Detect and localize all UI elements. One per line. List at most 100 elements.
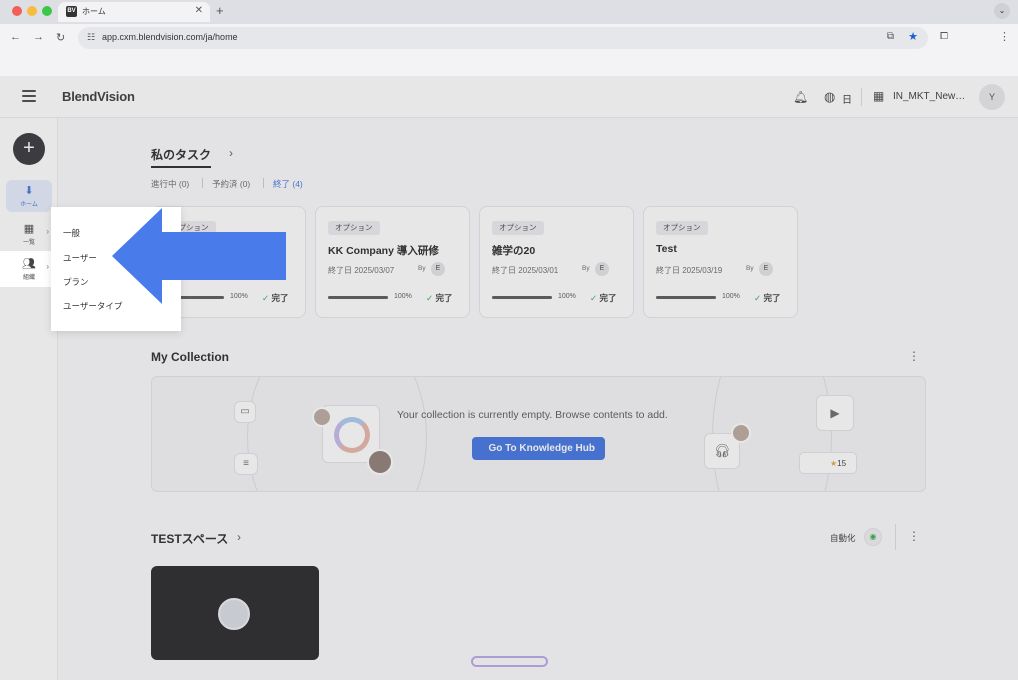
sidebar-item-organization-inner[interactable]: 👥︎ 組織 › bbox=[6, 253, 52, 285]
go-to-knowledge-hub-button[interactable]: Go To Knowledge Hub › bbox=[472, 437, 605, 460]
new-tab-icon[interactable]: + bbox=[216, 3, 224, 18]
my-tasks-title[interactable]: 私のタスク bbox=[151, 146, 212, 168]
task-title: 雑学の20 bbox=[492, 245, 536, 257]
home-icon: ⬇ bbox=[24, 185, 34, 197]
cast-icon[interactable]: ⧉ bbox=[887, 31, 894, 42]
reload-icon[interactable]: ↻ bbox=[56, 31, 65, 44]
progress-bar bbox=[328, 296, 388, 299]
completed-status: ✓ 完了 bbox=[426, 293, 453, 303]
end-date: 終了日 2025/03/07 bbox=[328, 266, 395, 275]
task-card[interactable]: オプション Test 終了日 2025/03/19 By E 100% ✓ 完了 bbox=[643, 206, 798, 318]
creator-avatar: E bbox=[431, 262, 445, 276]
video-thumbnail[interactable] bbox=[151, 566, 319, 660]
hamburger-menu-icon[interactable] bbox=[22, 90, 36, 102]
chevron-right-icon: › bbox=[46, 262, 49, 271]
progress-bar bbox=[492, 296, 552, 299]
sidebar-item-label: 組織 bbox=[22, 275, 35, 281]
browser-tab[interactable]: BV ホーム ✕ bbox=[58, 2, 210, 22]
collection-empty-panel: ▭ ≡ Your collection is currently empty. … bbox=[151, 376, 926, 492]
progress-fill bbox=[328, 296, 388, 299]
address-bar[interactable]: ☷ app.cxm.blendvision.com/ja/home ⧉ ★ bbox=[78, 27, 928, 49]
user-avatar[interactable]: Y bbox=[979, 84, 1005, 110]
progress-percent: 100% bbox=[558, 293, 576, 300]
chevron-right-icon[interactable]: › bbox=[237, 530, 241, 544]
language-selector[interactable]: 日 bbox=[842, 91, 852, 106]
building-icon: ▦ bbox=[873, 89, 885, 103]
completed-status: ✓ 完了 bbox=[754, 293, 781, 303]
books-icon: ≡ bbox=[234, 453, 258, 475]
task-card[interactable]: オプション 雑学の20 終了日 2025/03/01 By E 100% ✓ 完… bbox=[479, 206, 634, 318]
loading-indicator bbox=[471, 656, 548, 667]
app-header: BlendVision 🔔︎ ◍ 日 ▦ IN_MKT_New… Y bbox=[0, 76, 1018, 118]
sidebar-item-organization[interactable]: 👥︎ 組織 › bbox=[0, 251, 58, 287]
task-card[interactable]: オプション KK Company 導入研修 終了日 2025/03/07 By … bbox=[315, 206, 470, 318]
task-title: KK Company 導入研修 bbox=[328, 245, 439, 257]
browser-toolbar: ← → ↻ ☷ app.cxm.blendvision.com/ja/home … bbox=[0, 24, 1018, 52]
organization-selector[interactable]: IN_MKT_New… bbox=[893, 91, 965, 102]
creator-avatar: E bbox=[759, 262, 773, 276]
space-title[interactable]: TESTスペース bbox=[151, 530, 228, 547]
sidebar-item-list[interactable]: ▦ 一覧 › bbox=[6, 218, 52, 250]
check-icon: ✓ bbox=[754, 293, 762, 303]
folder-icon: ▭ bbox=[234, 401, 256, 423]
site-settings-icon[interactable]: ☷ bbox=[87, 32, 95, 43]
tab-scheduled[interactable]: 予約済 (0) bbox=[212, 178, 250, 190]
presenter-photo bbox=[218, 598, 250, 630]
tab-finished[interactable]: 終了 (4) bbox=[273, 178, 303, 190]
browser-chrome: BV ホーム ✕ + ⌄ ← → ↻ ☷ app.cxm.blendvision… bbox=[0, 0, 1018, 76]
bell-icon[interactable]: 🔔︎ bbox=[793, 90, 808, 104]
space-divider bbox=[895, 524, 896, 550]
users-icon: 👥︎ bbox=[22, 258, 36, 270]
my-collection-title: My Collection bbox=[151, 350, 230, 364]
submenu-item-users[interactable]: ユーザー bbox=[63, 252, 97, 264]
empty-collection-message: Your collection is currently empty. Brow… bbox=[397, 409, 668, 421]
tab-search-chevron-icon[interactable]: ⌄ bbox=[994, 3, 1010, 19]
progress-ring-icon bbox=[334, 417, 370, 453]
create-button[interactable]: + bbox=[13, 133, 45, 165]
tab-divider bbox=[202, 178, 203, 188]
completed-status: ✓ 完了 bbox=[590, 293, 617, 303]
submenu-item-general[interactable]: 一般 bbox=[63, 227, 80, 239]
back-arrow-icon[interactable]: ← bbox=[10, 31, 21, 43]
users-count-chip: ★15 bbox=[799, 452, 857, 474]
sidebar-item-home[interactable]: ⬇ ホーム bbox=[6, 180, 52, 212]
space-more-icon[interactable]: ⋮ bbox=[908, 529, 920, 543]
check-icon: ✓ bbox=[426, 293, 434, 303]
url-text: app.cxm.blendvision.com/ja/home bbox=[102, 32, 238, 42]
blendvision-favicon-icon: BV bbox=[66, 6, 77, 17]
close-window-button[interactable] bbox=[12, 6, 22, 16]
check-icon: ✓ bbox=[590, 293, 598, 303]
collection-more-icon[interactable]: ⋮ bbox=[908, 349, 920, 363]
grid-icon: ▦ bbox=[23, 223, 35, 235]
task-title: Test bbox=[656, 243, 677, 255]
progress-fill bbox=[492, 296, 552, 299]
user-photo bbox=[367, 449, 393, 475]
user-photo bbox=[731, 423, 751, 443]
by-label: By bbox=[418, 265, 426, 272]
maximize-window-button[interactable] bbox=[42, 6, 52, 16]
app-window: BlendVision 🔔︎ ◍ 日 ▦ IN_MKT_New… Y + ⬇ ホ… bbox=[0, 76, 1018, 680]
globe-icon[interactable]: ◍ bbox=[824, 89, 835, 105]
automation-icon[interactable]: ◉ bbox=[864, 528, 882, 546]
bookmark-bar bbox=[0, 52, 1018, 76]
video-play-icon: ▶ bbox=[816, 395, 854, 431]
tab-in-progress[interactable]: 進行中 (0) bbox=[151, 178, 189, 190]
tab-bar: BV ホーム ✕ + ⌄ bbox=[0, 0, 1018, 24]
forward-arrow-icon[interactable]: → bbox=[33, 31, 44, 43]
bookmark-star-icon[interactable]: ★ bbox=[908, 30, 918, 43]
extensions-icon[interactable]: ⧠ bbox=[940, 31, 948, 42]
by-label: By bbox=[582, 265, 590, 272]
sidebar: + ⬇ ホーム ▦ 一覧 › bbox=[0, 118, 58, 680]
option-badge: オプション bbox=[328, 221, 380, 235]
minimize-window-button[interactable] bbox=[27, 6, 37, 16]
browser-menu-icon[interactable]: ⋮ bbox=[999, 30, 1010, 43]
automation-label: 自動化 bbox=[830, 533, 856, 543]
sidebar-item-label: ホーム bbox=[20, 202, 38, 208]
progress-percent: 100% bbox=[722, 293, 740, 300]
progress-percent: 100% bbox=[394, 293, 412, 300]
progress-fill bbox=[656, 296, 716, 299]
chevron-right-icon[interactable]: › bbox=[229, 146, 233, 160]
submenu-item-plan[interactable]: プラン bbox=[63, 276, 89, 288]
tab-close-icon[interactable]: ✕ bbox=[195, 5, 203, 16]
option-badge: オプション bbox=[656, 221, 708, 235]
